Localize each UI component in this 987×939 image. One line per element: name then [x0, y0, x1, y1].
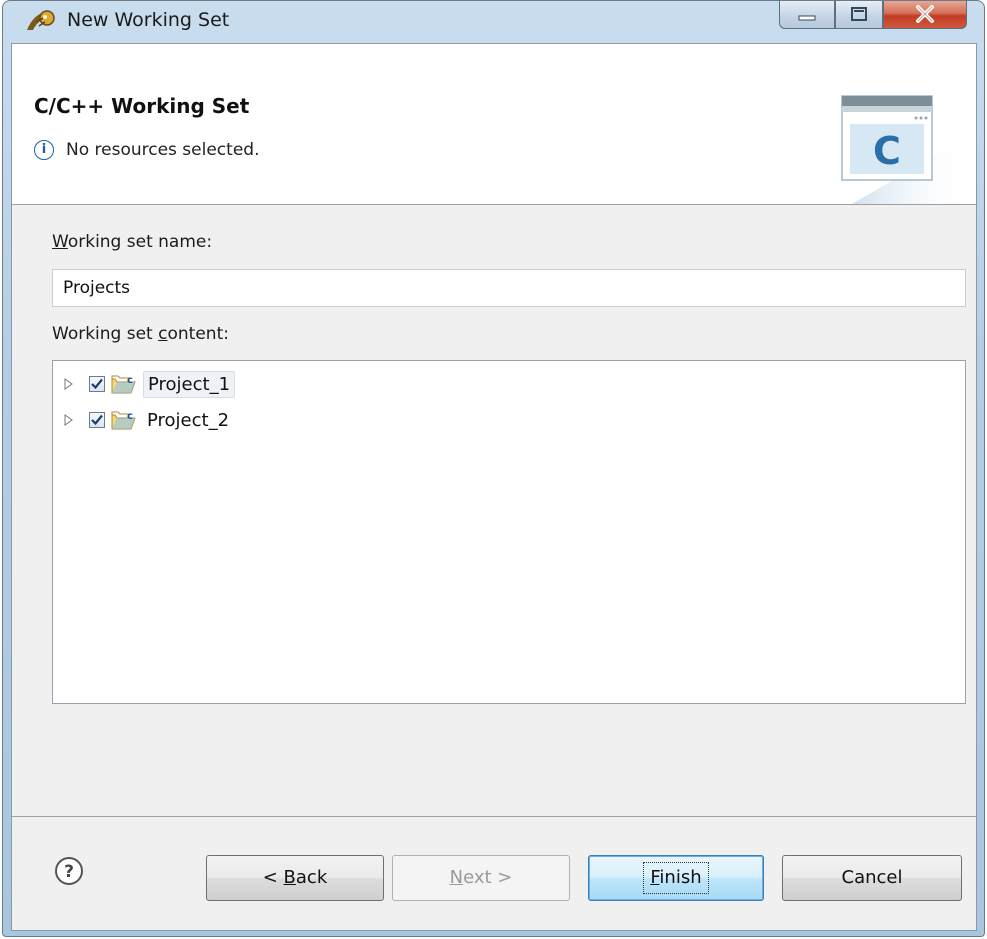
tree-item[interactable]: c Project_1: [53, 369, 236, 399]
svg-text:c: c: [127, 375, 133, 386]
svg-text:c: c: [127, 411, 133, 422]
maximize-button[interactable]: [835, 1, 883, 29]
finish-button[interactable]: Finish: [588, 855, 764, 901]
expand-arrow-icon[interactable]: [61, 377, 75, 391]
tree-item[interactable]: c Project_2: [53, 405, 233, 435]
minimize-icon: [798, 15, 816, 21]
tree-item-label[interactable]: Project_2: [143, 408, 233, 433]
tree-item-checkbox[interactable]: [89, 412, 105, 428]
expand-arrow-icon[interactable]: [61, 413, 75, 427]
footer-separator: [12, 816, 976, 817]
c-project-folder-icon: c: [111, 375, 136, 394]
dialog-content: C/C++ Working Set i No resources selecte…: [11, 43, 977, 931]
back-button[interactable]: < Back: [206, 855, 384, 901]
tree-item-label[interactable]: Project_1: [143, 370, 236, 398]
status-message-text: No resources selected.: [66, 140, 260, 160]
next-button[interactable]: Next >: [392, 855, 570, 901]
close-button[interactable]: [883, 1, 967, 29]
help-icon[interactable]: ?: [54, 856, 84, 886]
cancel-button[interactable]: Cancel: [782, 855, 962, 901]
focus-indicator: Finish: [643, 862, 709, 894]
tree-item-checkbox[interactable]: [89, 376, 105, 392]
eclipse-icon: [27, 10, 55, 30]
working-set-name-label: Working set name:: [52, 232, 213, 252]
working-set-content-label: Working set content:: [52, 324, 229, 344]
page-title: C/C++ Working Set: [34, 94, 250, 118]
working-set-content-tree[interactable]: c Project_1 c Project_2: [52, 360, 966, 704]
maximize-icon: [851, 7, 867, 21]
checkmark-icon: [91, 414, 103, 426]
close-icon: [916, 5, 934, 23]
minimize-button[interactable]: [779, 1, 835, 29]
window-title: New Working Set: [67, 9, 230, 31]
dialog-window: New Working Set C/C++ Working Set i No r…: [2, 0, 985, 937]
c-working-set-wizard-image: C: [841, 95, 972, 204]
svg-text:?: ?: [64, 862, 74, 882]
window-controls: [779, 1, 967, 29]
svg-text:C: C: [873, 129, 901, 173]
wizard-banner: C/C++ Working Set i No resources selecte…: [12, 44, 976, 205]
checkmark-icon: [91, 378, 103, 390]
info-icon: i: [34, 140, 54, 160]
status-message: i No resources selected.: [34, 140, 259, 160]
c-project-folder-icon: c: [111, 411, 136, 430]
working-set-name-input[interactable]: [52, 269, 966, 307]
title-bar[interactable]: New Working Set: [3, 1, 984, 43]
